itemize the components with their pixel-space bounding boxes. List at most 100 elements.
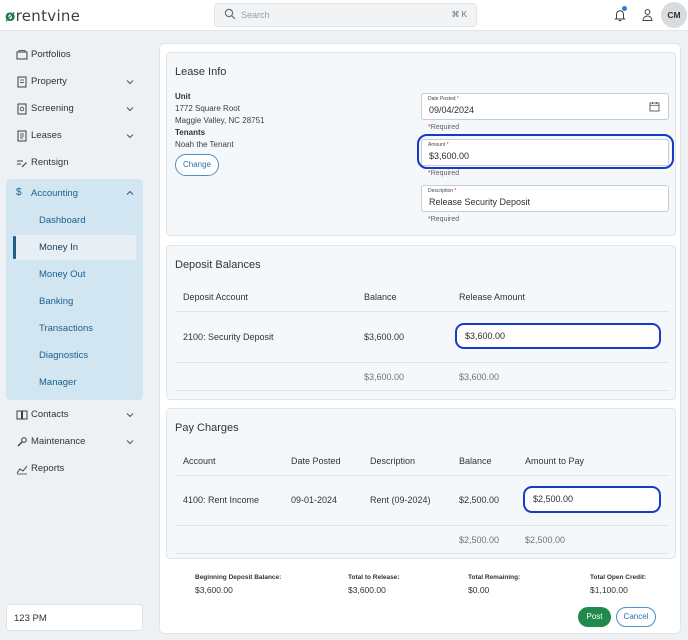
logo-text: rentvine bbox=[15, 7, 81, 25]
deposit-balances-title: Deposit Balances bbox=[175, 259, 261, 271]
date-required-hint: *Required bbox=[428, 124, 459, 131]
sidebar-item-label: Property bbox=[31, 76, 67, 87]
description-label-text: Description bbox=[428, 188, 454, 194]
sidebar-subitem-label: Money Out bbox=[39, 269, 86, 280]
chevron-down-icon bbox=[126, 413, 134, 418]
sidebar-subitem-dashboard[interactable]: Dashboard bbox=[13, 208, 136, 233]
chevron-down-icon bbox=[126, 107, 134, 112]
lease-icon bbox=[17, 130, 27, 142]
deposit-row-balance: $3,600.00 bbox=[364, 332, 405, 342]
total-remaining-label: Total Remaining: bbox=[468, 574, 521, 581]
date-posted-field[interactable]: Date Posted * 09/04/2024 bbox=[421, 93, 669, 120]
sidebar-subitem-banking[interactable]: Banking bbox=[13, 289, 136, 314]
sidebar-item-maintenance[interactable]: Maintenance bbox=[7, 429, 143, 455]
sidebar-item-label: Maintenance bbox=[31, 436, 86, 447]
description-field[interactable]: Description * Release Security Deposit bbox=[421, 185, 669, 212]
charges-total-amount: $2,500.00 bbox=[525, 535, 566, 545]
open-credit-label: Total Open Credit: bbox=[590, 574, 647, 581]
sidebar-item-label: Portfolios bbox=[31, 49, 71, 60]
screening-icon bbox=[17, 103, 27, 115]
sidebar-item-portfolios[interactable]: Portfolios bbox=[7, 42, 143, 68]
search-bar[interactable]: Search ⌘ K bbox=[214, 3, 477, 27]
amount-highlight-ring bbox=[417, 134, 674, 169]
wrench-icon bbox=[17, 437, 27, 447]
required-text: Required bbox=[430, 216, 460, 223]
sidebar-item-label: Accounting bbox=[31, 188, 79, 199]
chevron-down-icon bbox=[126, 80, 134, 85]
unit-address-line2: Maggie Valley, NC 28751 bbox=[175, 116, 265, 125]
sidebar-item-label: Contacts bbox=[31, 409, 69, 420]
sidebar-item-rentsign[interactable]: Rentsign bbox=[7, 150, 143, 176]
sidebar-subitem-label: Diagnostics bbox=[39, 350, 89, 361]
calendar-icon[interactable] bbox=[649, 101, 660, 112]
sidebar-subitem-money-in[interactable]: Money In bbox=[13, 235, 136, 260]
beginning-balance-label: Beginning Deposit Balance: bbox=[195, 574, 282, 581]
logo-mark: ø bbox=[5, 7, 16, 25]
sidebar-item-leases[interactable]: Leases bbox=[7, 123, 143, 149]
avatar[interactable]: CM bbox=[661, 2, 687, 28]
required-text: Required bbox=[430, 170, 460, 177]
search-shortcut: ⌘ K bbox=[451, 10, 467, 19]
notification-dot bbox=[622, 6, 627, 11]
table-divider bbox=[175, 390, 669, 391]
pay-charges-card: Pay Charges Account Date Posted Descript… bbox=[166, 408, 676, 559]
cancel-button[interactable]: Cancel bbox=[616, 607, 656, 627]
sidebar-subitem-label: Manager bbox=[39, 377, 77, 388]
rentvine-logo[interactable]: ørentvine bbox=[5, 7, 80, 25]
total-release-label: Total to Release: bbox=[348, 574, 400, 581]
required-marker: * bbox=[454, 188, 457, 194]
column-amount-to-pay: Amount to Pay bbox=[525, 456, 585, 466]
release-amount-value: $3,600.00 bbox=[465, 331, 506, 341]
table-divider bbox=[175, 311, 669, 312]
sidebar-item-screening[interactable]: Screening bbox=[7, 96, 143, 122]
chevron-down-icon bbox=[126, 134, 134, 139]
column-balance: Balance bbox=[459, 456, 492, 466]
charge-row-balance: $2,500.00 bbox=[459, 495, 500, 505]
lease-info-title: Lease Info bbox=[175, 66, 227, 78]
dollar-icon: $ bbox=[16, 187, 22, 198]
charge-row-date: 09-01-2024 bbox=[291, 495, 338, 505]
sidebar-accounting-group: $ Accounting Dashboard Money In Money Ou… bbox=[6, 179, 143, 400]
contacts-icon bbox=[16, 410, 28, 420]
sidebar-item-label: Reports bbox=[31, 463, 65, 474]
deposit-total-release: $3,600.00 bbox=[459, 372, 500, 382]
tenants-label: Tenants bbox=[175, 128, 206, 137]
sidebar-item-property[interactable]: Property bbox=[7, 69, 143, 95]
tenant-name: Noah the Tenant bbox=[175, 140, 234, 149]
totals-summary: Beginning Deposit Balance: $3,600.00 Tot… bbox=[160, 574, 682, 604]
charge-row-description: Rent (09-2024) bbox=[370, 495, 431, 505]
column-description: Description bbox=[370, 456, 416, 466]
description-required-hint: *Required bbox=[428, 216, 459, 223]
sidebar-item-reports[interactable]: Reports bbox=[7, 456, 143, 482]
top-bar: ørentvine Search ⌘ K CM bbox=[0, 0, 688, 31]
sidebar-subitem-diagnostics[interactable]: Diagnostics bbox=[13, 343, 136, 368]
sidebar-subitem-label: Banking bbox=[39, 296, 74, 307]
search-icon bbox=[224, 8, 236, 20]
amount-to-pay-input[interactable]: $2,500.00 bbox=[523, 486, 661, 513]
building-icon bbox=[17, 76, 27, 88]
sidebar-subitem-manager[interactable]: Manager bbox=[13, 370, 136, 395]
sidebar-item-accounting[interactable]: $ Accounting bbox=[6, 179, 143, 207]
table-divider bbox=[175, 525, 669, 526]
change-button[interactable]: Change bbox=[175, 154, 219, 176]
sidebar-subitem-transactions[interactable]: Transactions bbox=[13, 316, 136, 341]
deposit-balances-card: Deposit Balances Deposit Account Balance… bbox=[166, 245, 676, 400]
sidebar-item-contacts[interactable]: Contacts bbox=[7, 402, 143, 428]
lease-info-card: Lease Info Unit 1772 Square Root Maggie … bbox=[166, 52, 676, 236]
column-account: Account bbox=[183, 456, 216, 466]
pay-charges-title: Pay Charges bbox=[175, 422, 239, 434]
sidebar-subitem-label: Dashboard bbox=[39, 215, 86, 226]
sidebar-subitem-money-out[interactable]: Money Out bbox=[13, 262, 136, 287]
person-icon[interactable] bbox=[641, 8, 654, 22]
signature-icon bbox=[17, 160, 27, 168]
charge-row-account: 4100: Rent Income bbox=[183, 495, 260, 505]
post-button[interactable]: Post bbox=[578, 607, 611, 627]
table-divider bbox=[175, 475, 669, 476]
sidebar: Portfolios Property Screening Leases Ren… bbox=[0, 31, 152, 640]
date-posted-label: Date Posted * bbox=[428, 96, 459, 102]
total-release-value: $3,600.00 bbox=[348, 585, 386, 595]
unit-label: Unit bbox=[175, 92, 191, 101]
required-marker: * bbox=[456, 96, 459, 102]
release-amount-input[interactable]: $3,600.00 bbox=[455, 323, 661, 349]
portfolios-icon bbox=[16, 50, 28, 60]
